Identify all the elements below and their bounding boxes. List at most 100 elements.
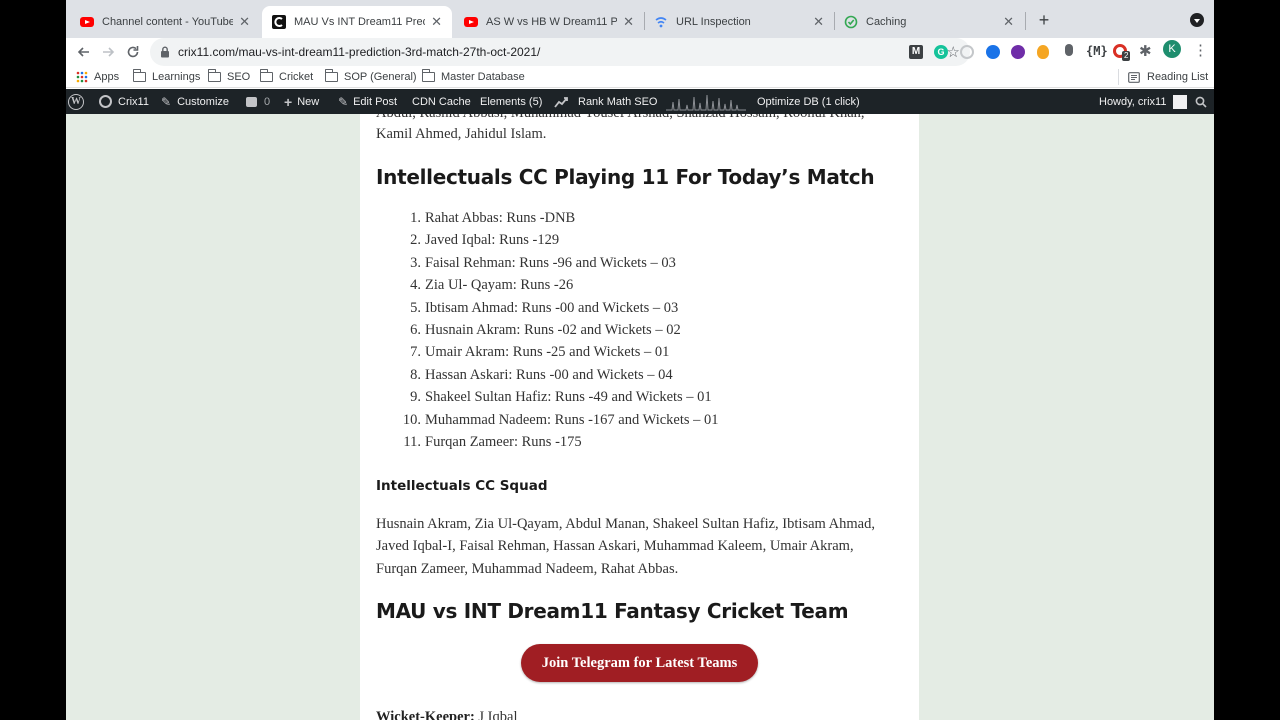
player-entry-text: Zia Ul- Qayam: Runs -26 [425,277,574,294]
edit-post-link[interactable]: ✎ Edit Post [338,89,397,114]
close-tab-icon[interactable]: ✕ [813,14,824,30]
join-telegram-button[interactable]: Join Telegram for Latest Teams [521,644,758,682]
admin-search-button[interactable] [1195,89,1207,114]
query-monitor-graph[interactable] [666,89,746,114]
close-tab-icon[interactable]: ✕ [239,14,250,30]
player-entry-text: Javed Iqbal: Runs -129 [425,232,560,249]
bookmark-apps[interactable]: Apps [76,69,119,85]
player-entry-text: Rahat Abbas: Runs -DNB [425,210,576,226]
extension-m-icon[interactable]: M [909,45,923,59]
menu-kebab-icon[interactable]: ⋮ [1193,41,1208,59]
chevron-down-icon [1194,19,1200,23]
tab-asw-vs-hbw[interactable]: AS W vs HB W Dream11 Prediction ✕ [454,6,644,38]
customize-link[interactable]: ✎ Customize [161,89,229,114]
tab-title: Caching [866,16,907,28]
list-number: 9. [410,389,421,406]
edit-post-label: Edit Post [353,95,398,108]
tab-caching[interactable]: Caching ✕ [834,6,1024,38]
extension-disabled-icon[interactable] [960,45,974,59]
my-account-link[interactable]: Howdy, crix11 [1099,89,1188,114]
extension-purple-icon[interactable] [1011,45,1025,59]
bookmark-sop-general[interactable]: SOP (General) [324,69,417,85]
squad-paragraph: Husnain Akram, Zia Ul-Qayam, Abdul Manan… [376,513,911,580]
tab-mau-vs-int[interactable]: MAU Vs INT Dream11 Prediction ✕ [262,6,452,38]
bookmark-master-database[interactable]: Master Database [421,69,525,85]
customize-label: Customize [177,95,230,108]
tab-title: AS W vs HB W Dream11 Prediction [486,16,618,28]
cdn-cache-link[interactable]: CDN Cache [412,89,471,114]
profile-avatar[interactable]: K [1163,40,1181,58]
bookmark-star-icon[interactable]: ☆ [947,43,960,61]
bookmark-learnings[interactable]: Learnings [132,69,200,85]
brush-icon: ✎ [161,94,172,109]
site-name-link[interactable]: Crix11 [99,89,149,114]
player-entry-text: Furqan Zameer: Runs -175 [425,434,582,450]
lock-icon [160,46,170,58]
tab-url-inspection[interactable]: URL Inspection ✕ [644,6,834,38]
bookmarks-bar: Apps Learnings SEO Cricket SOP (General)… [66,66,1214,88]
player-list-item: 8. Hassan Askari: Runs -00 and Wickets – … [384,367,673,389]
wp-logo-button[interactable]: W [68,89,84,114]
back-arrow-icon [77,47,89,57]
tab-youtube-studio[interactable]: Channel content - YouTube Studio ✕ [70,6,260,38]
new-tab-button[interactable]: + [1034,10,1054,30]
squad-line: Husnain Akram, Zia Ul-Qayam, Abdul Manan… [376,516,875,532]
tab-title: URL Inspection [676,16,751,28]
folder-icon [207,69,221,82]
list-number: 3. [410,254,421,271]
bookmark-label: Apps [94,71,120,83]
tab-title: MAU Vs INT Dream11 Prediction [294,16,425,28]
bookmark-cricket[interactable]: Cricket [259,69,313,85]
player-list-item: 9. Shakeel Sultan Hafiz: Runs -49 and Wic… [384,389,712,411]
new-content-link[interactable]: + New [284,89,319,114]
reload-button[interactable] [123,42,143,62]
player-entry-text: Faisal Rehman: Runs -96 and Wickets – 03 [425,254,676,271]
close-tab-icon[interactable]: ✕ [1003,14,1014,30]
youtube-icon [80,15,94,29]
crix11-icon [272,15,286,29]
comments-link[interactable]: 0 [246,89,270,114]
comment-icon [246,96,257,107]
squad-line: Furqan Zameer, Muhammad Nadeem, Rahat Ab… [376,560,679,577]
partial-paragraph-line: Abdul, Rashid Abbasi, Muhammad Yousef Ar… [376,114,865,122]
wordpress-icon: W [68,93,84,110]
close-tab-icon[interactable]: ✕ [623,14,634,30]
url-text: crix11.com/mau-vs-int-dream11-prediction… [178,45,541,59]
optimize-db-link[interactable]: Optimize DB (1 click) [757,89,860,114]
player-entry-text: Ibtisam Ahmad: Runs -00 and Wickets – 03 [425,299,679,316]
wicket-keeper-label: Wicket-Keeper: [376,709,475,720]
reload-icon [127,46,139,58]
player-entry-text: Hassan Askari: Runs -00 and Wickets – 04 [425,366,673,383]
list-number: 7. [410,344,421,361]
bookmark-seo[interactable]: SEO [207,69,250,85]
list-number: 11. [403,434,421,450]
back-button[interactable] [74,42,94,62]
close-tab-icon[interactable]: ✕ [431,14,442,30]
extension-blue-icon[interactable] [986,45,1000,59]
extension-mic-icon[interactable] [1065,44,1073,56]
page-background: Abdul, Rashid Abbasi, Muhammad Yousef Ar… [66,114,1214,720]
article-content: Abdul, Rashid Abbasi, Muhammad Yousef Ar… [360,114,919,720]
forward-button[interactable] [98,42,118,62]
player-list-item: 5. Ibtisam Ahmad: Runs -00 and Wickets – … [384,300,678,322]
pencil-icon: ✎ [338,94,349,109]
list-number: 1. [410,210,421,226]
dashboard-icon [99,95,112,108]
extension-grammarly-icon[interactable]: G [934,45,948,59]
bookmark-label: Master Database [441,71,525,83]
extension-brackets-icon[interactable]: {M} [1086,44,1108,58]
reading-list-button[interactable]: Reading List [1128,69,1208,85]
elements-link[interactable]: Elements (5) [480,89,542,114]
extension-orange-icon[interactable] [1037,45,1049,59]
tab-strip: Channel content - YouTube Studio ✕ MAU V… [66,0,1214,38]
rank-math-link[interactable]: Rank Math SEO [554,89,657,114]
player-list-item: 3. Faisal Rehman: Runs -96 and Wickets – … [384,255,676,277]
player-entry-text: Umair Akram: Runs -25 and Wickets – 01 [425,344,670,361]
address-bar[interactable]: crix11.com/mau-vs-int-dream11-prediction… [150,38,970,66]
list-number: 2. [410,232,421,249]
player-list-item: 2. Javed Iqbal: Runs -129 [384,232,559,254]
extensions-puzzle-icon[interactable]: ✱ [1139,42,1152,60]
search-icon [1195,96,1207,108]
rank-math-label: Rank Math SEO [578,95,658,108]
tab-search-button[interactable] [1190,13,1204,27]
